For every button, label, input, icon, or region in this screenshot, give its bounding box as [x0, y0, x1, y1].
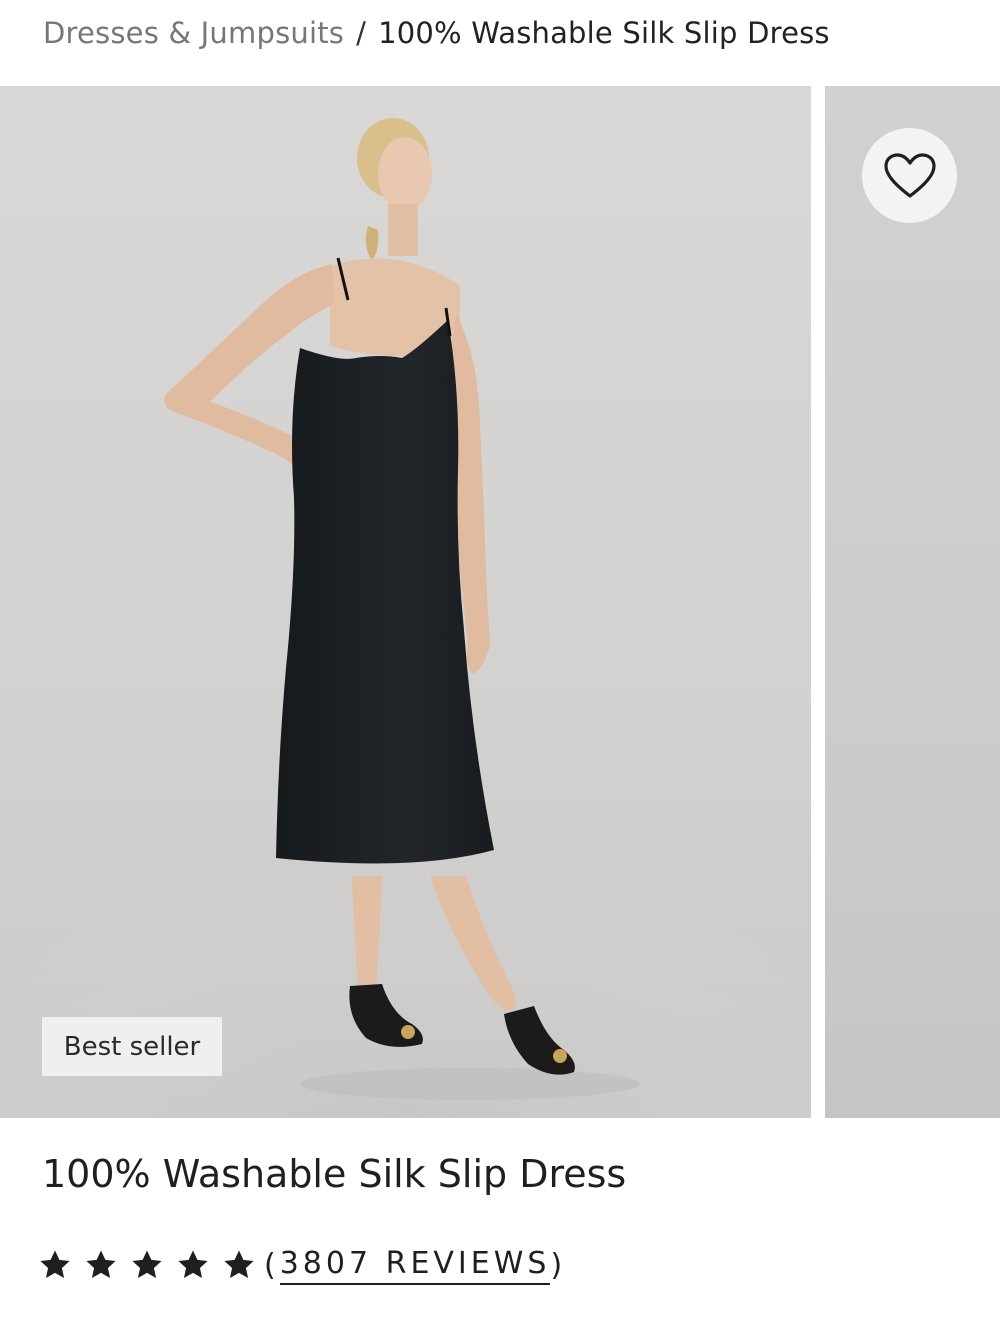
- star-icon: [178, 1250, 208, 1279]
- reviews-count: ( 3807 REVIEWS ): [264, 1246, 566, 1285]
- breadcrumb-separator: /: [356, 16, 367, 50]
- reviews-open-paren: (: [264, 1247, 280, 1283]
- product-image-gallery[interactable]: Best seller: [0, 86, 1000, 1118]
- reviews-link[interactable]: 3807 REVIEWS: [279, 1246, 551, 1285]
- star-rating: [38, 1248, 256, 1282]
- product-photo: [0, 118, 811, 1118]
- product-title: 100% Washable Silk Slip Dress: [42, 1152, 627, 1196]
- favorite-button[interactable]: [862, 128, 957, 223]
- star-icon: [40, 1250, 70, 1279]
- product-page: Dresses & Jumpsuits / 100% Washable Silk…: [0, 0, 1000, 1333]
- breadcrumb-link-dresses-jumpsuits[interactable]: Dresses & Jumpsuits: [43, 16, 344, 50]
- breadcrumb: Dresses & Jumpsuits / 100% Washable Silk…: [43, 10, 830, 56]
- star-icon: [224, 1250, 254, 1279]
- product-rating: ( 3807 REVIEWS ): [38, 1240, 566, 1290]
- heart-outline-icon: [883, 152, 936, 198]
- star-icon: [132, 1250, 162, 1279]
- product-image-next-peek[interactable]: [825, 86, 1000, 1118]
- breadcrumb-current: 100% Washable Silk Slip Dress: [378, 16, 830, 50]
- reviews-close-paren: ): [550, 1247, 567, 1283]
- product-image-main[interactable]: Best seller: [0, 86, 811, 1118]
- star-icon: [86, 1250, 116, 1279]
- best-seller-badge: Best seller: [42, 1017, 222, 1076]
